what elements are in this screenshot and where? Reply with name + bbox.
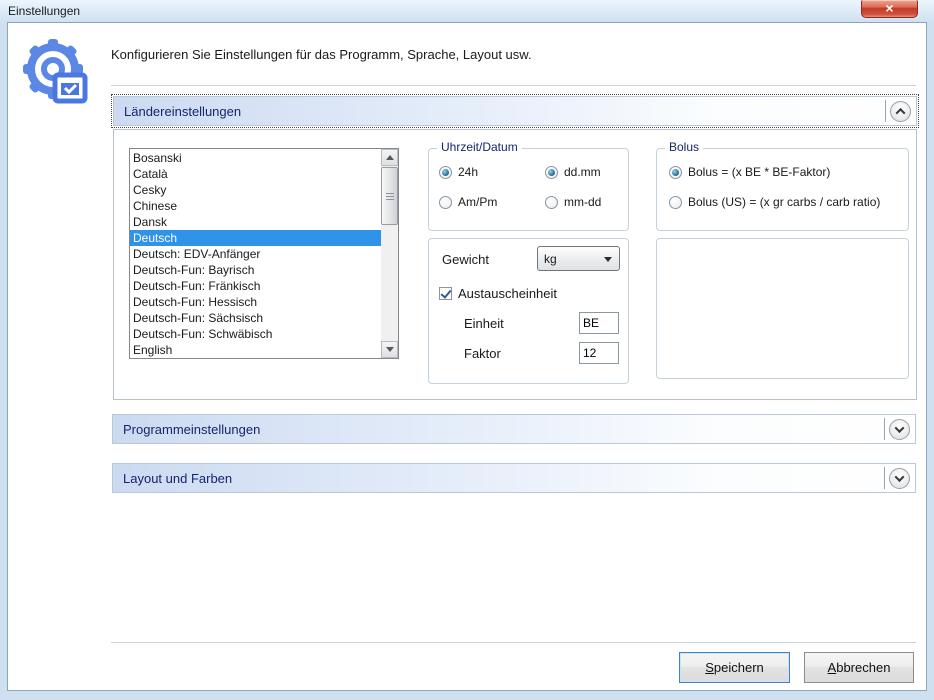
radio-option-24h[interactable]: 24h	[439, 165, 478, 179]
list-item[interactable]: Chinese	[130, 198, 381, 214]
radio-icon[interactable]	[439, 196, 452, 209]
checkbox-label: Austauscheinheit	[458, 286, 557, 301]
section-header-layout-und-farben[interactable]: Layout und Farben	[112, 463, 916, 493]
unit-input[interactable]	[579, 312, 619, 334]
radio-option-mmdd[interactable]: mm-dd	[545, 195, 601, 209]
cancel-button[interactable]: Abbrechen	[804, 652, 914, 683]
list-item-selected[interactable]: Deutsch	[130, 230, 381, 246]
empty-panel	[656, 238, 909, 379]
group-title-bolus: Bolus	[665, 140, 703, 154]
group-title-time-date: Uhrzeit/Datum	[437, 140, 522, 154]
group-weight: Gewicht kg Austauscheinheit Einheit Fakt…	[428, 238, 629, 384]
settings-dialog: Konfigurieren Sie Einstellungen für das …	[7, 22, 927, 691]
weight-unit-dropdown[interactable]: kg	[537, 246, 620, 271]
save-button-accel: S	[705, 660, 714, 675]
scroll-down-button[interactable]	[381, 341, 398, 358]
collapse-button[interactable]	[890, 101, 911, 122]
radio-icon[interactable]	[669, 196, 682, 209]
arrow-down-icon	[386, 347, 394, 352]
radio-option-bolus-be[interactable]: Bolus = (x BE * BE-Faktor)	[669, 165, 830, 179]
group-bolus: Bolus Bolus = (x BE * BE-Faktor) Bolus (…	[656, 148, 909, 231]
section-title: Ländereinstellungen	[124, 104, 241, 119]
list-item[interactable]: Deutsch-Fun: Fränkisch	[130, 278, 381, 294]
language-listbox[interactable]: Bosanski Català Cesky Chinese Dansk Deut…	[129, 148, 399, 359]
chevron-down-icon	[895, 423, 905, 433]
grip-icon	[386, 193, 394, 200]
section-title: Layout und Farben	[123, 471, 232, 486]
radio-option-ampm[interactable]: Am/Pm	[439, 195, 497, 209]
header-divider	[884, 467, 885, 489]
list-item[interactable]: Deutsch-Fun: Bayrisch	[130, 262, 381, 278]
list-item[interactable]: Deutsch: EDV-Anfänger	[130, 246, 381, 262]
factor-label: Faktor	[464, 346, 501, 361]
expand-button[interactable]	[889, 419, 910, 440]
section-header-programmeinstellungen[interactable]: Programmeinstellungen	[112, 414, 916, 444]
close-button[interactable]: ×	[861, 0, 918, 18]
section-header-laendereinstellungen[interactable]: Ländereinstellungen	[113, 96, 917, 126]
list-item[interactable]: Cesky	[130, 182, 381, 198]
radio-label: dd.mm	[564, 165, 601, 179]
header-divider	[885, 100, 886, 122]
unit-label: Einheit	[464, 316, 504, 331]
radio-label: Bolus = (x BE * BE-Faktor)	[688, 165, 830, 179]
header-divider	[884, 418, 885, 440]
list-item[interactable]: Deutsch-Fun: Schwäbisch	[130, 326, 381, 342]
dialog-description: Konfigurieren Sie Einstellungen für das …	[111, 47, 532, 62]
dropdown-value: kg	[544, 252, 557, 266]
list-scrollbar[interactable]	[381, 149, 398, 358]
radio-option-bolus-us[interactable]: Bolus (US) = (x gr carbs / carb ratio)	[669, 195, 880, 209]
cancel-button-label: bbrechen	[836, 660, 890, 675]
title-bar[interactable]: Einstellungen ×	[0, 0, 934, 22]
group-time-date: Uhrzeit/Datum 24h dd.mm Am/Pm mm-dd	[428, 148, 629, 231]
scroll-up-button[interactable]	[381, 149, 398, 166]
window-title: Einstellungen	[8, 4, 80, 18]
list-item[interactable]: Bosanski	[130, 150, 381, 166]
radio-icon-selected[interactable]	[669, 166, 682, 179]
radio-label: mm-dd	[564, 195, 601, 209]
exchange-unit-checkbox-row[interactable]: Austauscheinheit	[439, 286, 557, 301]
checkbox-icon-checked[interactable]	[439, 287, 452, 300]
radio-option-ddmm[interactable]: dd.mm	[545, 165, 601, 179]
radio-label: 24h	[458, 165, 478, 179]
chevron-down-icon	[604, 257, 612, 262]
radio-icon-selected[interactable]	[439, 166, 452, 179]
weight-label: Gewicht	[442, 252, 489, 267]
radio-icon-selected[interactable]	[545, 166, 558, 179]
radio-icon[interactable]	[545, 196, 558, 209]
list-item[interactable]: Català	[130, 166, 381, 182]
list-item[interactable]: Deutsch-Fun: Sächsisch	[130, 310, 381, 326]
expand-button[interactable]	[889, 468, 910, 489]
factor-input[interactable]	[579, 342, 619, 364]
arrow-up-icon	[386, 155, 394, 160]
cancel-button-accel: A	[828, 660, 837, 675]
language-list: Bosanski Català Cesky Chinese Dansk Deut…	[130, 150, 381, 358]
footer-separator	[111, 642, 916, 643]
close-icon: ×	[885, 0, 893, 16]
chevron-down-icon	[895, 472, 905, 482]
section-title: Programmeinstellungen	[123, 422, 260, 437]
radio-label: Bolus (US) = (x gr carbs / carb ratio)	[688, 195, 880, 209]
chevron-up-icon	[896, 108, 906, 118]
radio-label: Am/Pm	[458, 195, 497, 209]
settings-gear-icon	[19, 37, 91, 109]
scrollbar-thumb[interactable]	[381, 167, 398, 225]
list-item[interactable]: Dansk	[130, 214, 381, 230]
save-button-label: peichern	[714, 660, 764, 675]
top-separator	[111, 85, 916, 86]
list-item[interactable]: English	[130, 342, 381, 358]
save-button[interactable]: Speichern	[679, 652, 790, 683]
list-item[interactable]: Deutsch-Fun: Hessisch	[130, 294, 381, 310]
